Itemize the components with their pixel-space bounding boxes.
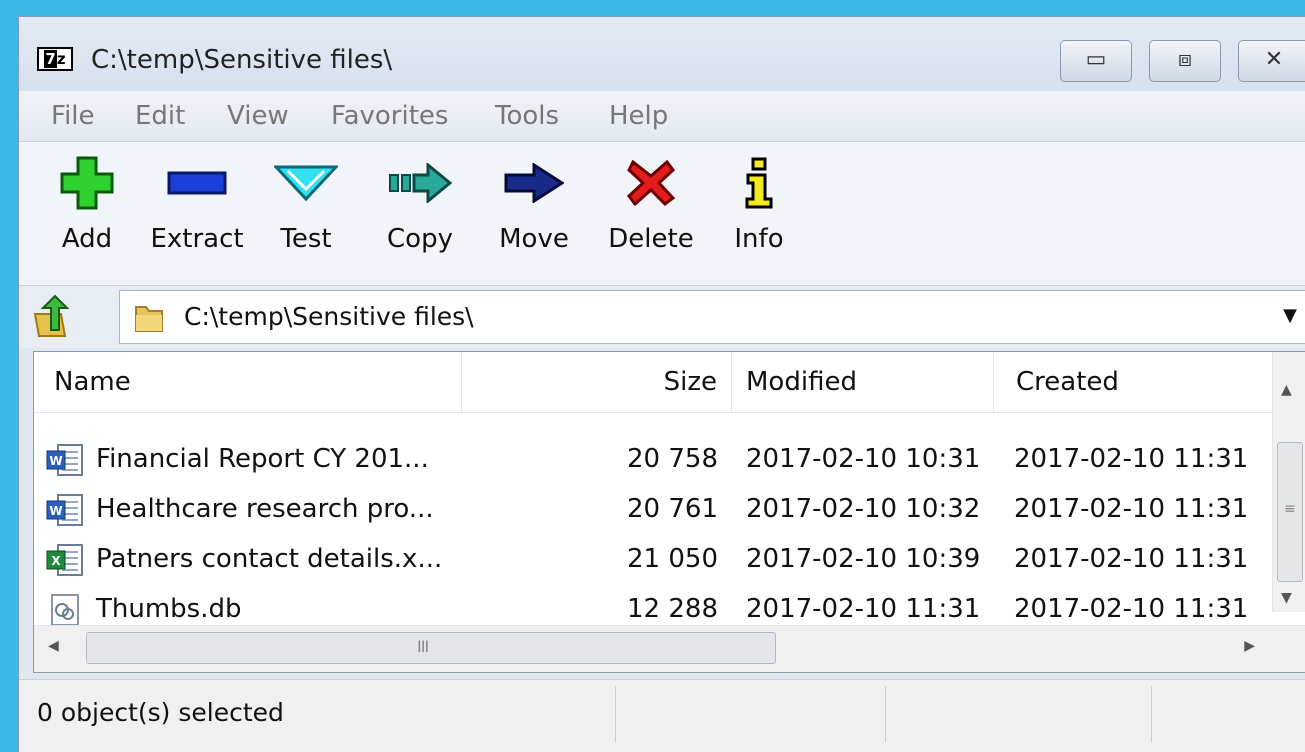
horizontal-scrollbar[interactable]: ◀ III ▶ [34, 625, 1305, 672]
file-created: 2017-02-10 11:31 [1014, 444, 1249, 474]
address-field[interactable]: C:\temp\Sensitive files\ ▼ [119, 290, 1305, 344]
menu-help[interactable]: Help [609, 101, 668, 131]
move-arrow-icon [491, 152, 577, 214]
word-doc-icon: W [46, 494, 84, 530]
file-modified: 2017-02-10 10:31 [746, 444, 981, 474]
menu-favorites[interactable]: Favorites [331, 101, 448, 131]
maximize-icon: ⧈ [1178, 47, 1192, 72]
word-doc-icon: W [46, 444, 84, 480]
maximize-button[interactable]: ⧈ [1149, 40, 1221, 82]
add-button[interactable]: Add [49, 152, 125, 254]
excel-doc-icon: X [46, 544, 84, 580]
file-list[interactable]: Name Size Modified Created W Financial R… [33, 351, 1305, 673]
table-row[interactable]: W Financial Report CY 201... 20 758 2017… [34, 434, 1265, 484]
status-bar: 0 object(s) selected [19, 679, 1305, 752]
menu-bar: File Edit View Favorites Tools Help [19, 91, 1305, 141]
add-icon [49, 152, 125, 214]
file-created: 2017-02-10 11:31 [1014, 544, 1249, 574]
window-title: C:\temp\Sensitive files\ [91, 45, 393, 75]
scroll-down-icon[interactable]: ▼ [1281, 590, 1292, 606]
column-header-name[interactable]: Name [34, 352, 462, 412]
info-icon [727, 152, 791, 214]
scroll-left-icon[interactable]: ◀ [48, 638, 59, 654]
close-icon: ✕ [1264, 47, 1284, 72]
grip-icon: III [417, 637, 429, 656]
address-path: C:\temp\Sensitive files\ [184, 302, 474, 331]
address-dropdown-icon[interactable]: ▼ [1283, 305, 1297, 326]
menu-view[interactable]: View [227, 101, 289, 131]
menu-tools[interactable]: Tools [495, 101, 559, 131]
file-modified: 2017-02-10 10:32 [746, 494, 981, 524]
move-button[interactable]: Move [491, 152, 577, 254]
checkmark-icon [269, 152, 343, 214]
table-row[interactable]: X Patners contact details.x... 21 050 20… [34, 534, 1265, 584]
svg-text:X: X [51, 554, 61, 568]
file-created: 2017-02-10 11:31 [1014, 494, 1249, 524]
vertical-scrollbar[interactable]: ▲ ≡ ▼ [1272, 352, 1305, 612]
up-folder-button[interactable] [31, 294, 91, 340]
selection-status: 0 object(s) selected [37, 698, 284, 727]
app-window: 7z C:\temp\Sensitive files\ ▭ ⧈ ✕ File E… [18, 16, 1305, 752]
status-divider [615, 686, 616, 742]
horizontal-scroll-thumb[interactable]: III [86, 632, 776, 664]
table-row[interactable]: W Healthcare research pro... 20 761 2017… [34, 484, 1265, 534]
svg-text:W: W [49, 504, 62, 518]
status-divider [1151, 686, 1152, 742]
delete-x-icon [603, 152, 699, 214]
scroll-right-icon[interactable]: ▶ [1244, 638, 1255, 654]
info-button[interactable]: Info [727, 152, 791, 254]
file-size: 20 761 [627, 494, 718, 524]
svg-text:W: W [49, 454, 62, 468]
status-divider [885, 686, 886, 742]
toolbar: Add Extract Test Copy Move Delete Info [19, 141, 1305, 286]
extract-button[interactable]: Extract [147, 152, 247, 254]
menu-edit[interactable]: Edit [135, 101, 185, 131]
column-header-size[interactable]: Size [462, 352, 732, 412]
column-header-modified[interactable]: Modified [732, 352, 994, 412]
7zip-app-icon[interactable]: 7z [37, 47, 73, 71]
copy-button[interactable]: Copy [379, 152, 461, 254]
grip-icon: ≡ [1284, 501, 1296, 517]
file-modified: 2017-02-10 10:39 [746, 544, 981, 574]
close-button[interactable]: ✕ [1238, 40, 1305, 82]
file-name: Healthcare research pro... [96, 494, 434, 524]
up-arrow-folder-icon [33, 294, 70, 337]
file-name: Financial Report CY 201... [96, 444, 429, 474]
menu-file[interactable]: File [51, 101, 95, 131]
test-button[interactable]: Test [269, 152, 343, 254]
file-name: Patners contact details.x... [96, 544, 443, 574]
file-size: 20 758 [627, 444, 718, 474]
vertical-scroll-thumb[interactable]: ≡ [1277, 442, 1303, 582]
delete-button[interactable]: Delete [603, 152, 699, 254]
address-bar: C:\temp\Sensitive files\ ▼ [19, 285, 1305, 348]
scroll-up-icon[interactable]: ▲ [1281, 382, 1292, 398]
minimize-button[interactable]: ▭ [1060, 40, 1132, 82]
minimize-icon: ▭ [1085, 47, 1107, 72]
folder-icon [132, 301, 166, 339]
minus-icon [147, 152, 247, 214]
title-bar[interactable]: 7z C:\temp\Sensitive files\ ▭ ⧈ ✕ [19, 17, 1305, 91]
column-header-row: Name Size Modified Created [34, 352, 1305, 413]
file-size: 21 050 [627, 544, 718, 574]
column-header-created[interactable]: Created [994, 352, 1266, 412]
copy-arrow-icon [379, 152, 461, 214]
